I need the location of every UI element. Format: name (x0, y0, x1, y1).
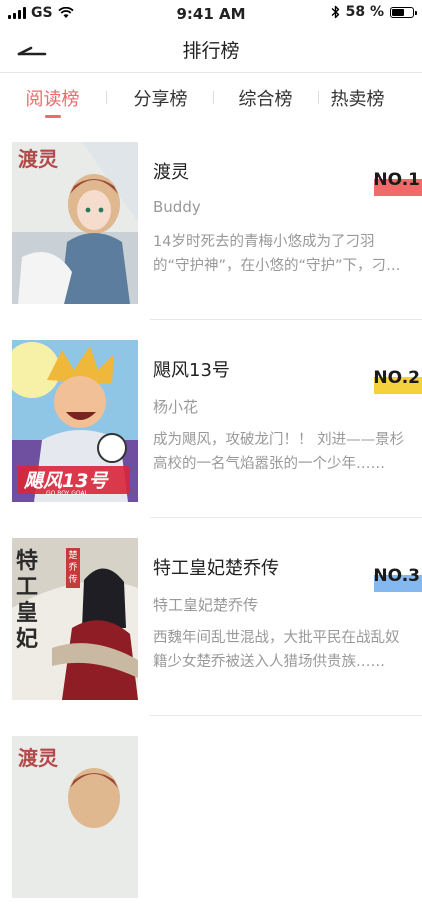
rank-label: NO.1 (373, 170, 420, 190)
active-tab-indicator (45, 115, 61, 118)
book-description: 14岁时死去的青梅小悠成为了刁羽的“守护神”，在小悠的“守护”下，刁羽的生活变得… (153, 234, 401, 274)
rank-label: NO.3 (373, 566, 420, 586)
cover-title-text: 渡灵 (18, 746, 58, 770)
bluetooth-icon (331, 5, 339, 19)
list-item[interactable]: 渡灵 (0, 716, 422, 914)
list-item[interactable]: 特工皇妃 楚乔传 特工皇妃楚乔传 特工皇妃楚乔传 西魏年间乱世混战，大批平民在战… (0, 518, 422, 716)
system-indicators: 58 % (331, 4, 417, 20)
cover-title-text: 飓风13号 (24, 470, 108, 492)
navigation-bar: 排行榜 (0, 26, 422, 73)
book-title: 渡灵 (153, 162, 189, 183)
book-cover[interactable]: 渡灵 (12, 736, 138, 898)
tab-sharing[interactable]: 分享榜 (108, 85, 213, 111)
ranking-tabs: 阅读榜 分享榜 综合榜 热卖榜 (0, 73, 422, 121)
tab-overall[interactable]: 综合榜 (213, 85, 318, 111)
cover-title-text: 特工皇妃 (16, 548, 39, 652)
book-cover[interactable]: 特工皇妃 楚乔传 (12, 538, 138, 700)
book-author: Buddy (153, 198, 201, 216)
rank-label: NO.2 (373, 368, 420, 388)
rank-badge: NO.3 (373, 566, 422, 592)
book-description: 成为飓风，攻破龙门！！ 刘进——景杉高校的一名气焰嚣张的一个少年…… (153, 432, 405, 472)
cover-title-text: 渡灵 (18, 147, 58, 171)
tab-divider (106, 91, 107, 104)
tab-bestseller[interactable]: 热卖榜 (305, 85, 410, 111)
list-item[interactable]: 飓风13号 GO BOY GOAL 飓风13号 杨小花 成为飓风，攻破龙门！！ … (0, 320, 422, 518)
page-title: 排行榜 (182, 40, 240, 62)
book-title: 特工皇妃楚乔传 (153, 558, 279, 579)
rank-badge: NO.1 (373, 170, 422, 196)
cover-subtitle-text: GO BOY GOAL (46, 490, 88, 497)
rank-badge: NO.2 (373, 368, 422, 394)
cover-seal-text: 楚乔传 (68, 551, 78, 585)
tab-reading[interactable]: 阅读榜 (0, 85, 105, 111)
book-cover[interactable]: 渡灵 (12, 142, 138, 304)
battery-icon (390, 6, 417, 18)
battery-percentage: 58 % (345, 4, 384, 20)
list-item[interactable]: 渡灵 渡灵 Buddy 14岁时死去的青梅小悠成为了刁羽的“守护神”，在小悠的“… (0, 122, 422, 320)
book-cover[interactable]: 飓风13号 GO BOY GOAL (12, 340, 138, 502)
status-bar: GS 9:41 AM 58 % (0, 0, 422, 26)
book-description: 西魏年间乱世混战，大批平民在战乱奴籍少女楚乔被送入人猎场供贵族…… (153, 630, 400, 670)
book-title: 飓风13号 (153, 360, 230, 381)
book-author: 特工皇妃楚乔传 (153, 596, 259, 614)
book-author: 杨小花 (153, 398, 199, 416)
